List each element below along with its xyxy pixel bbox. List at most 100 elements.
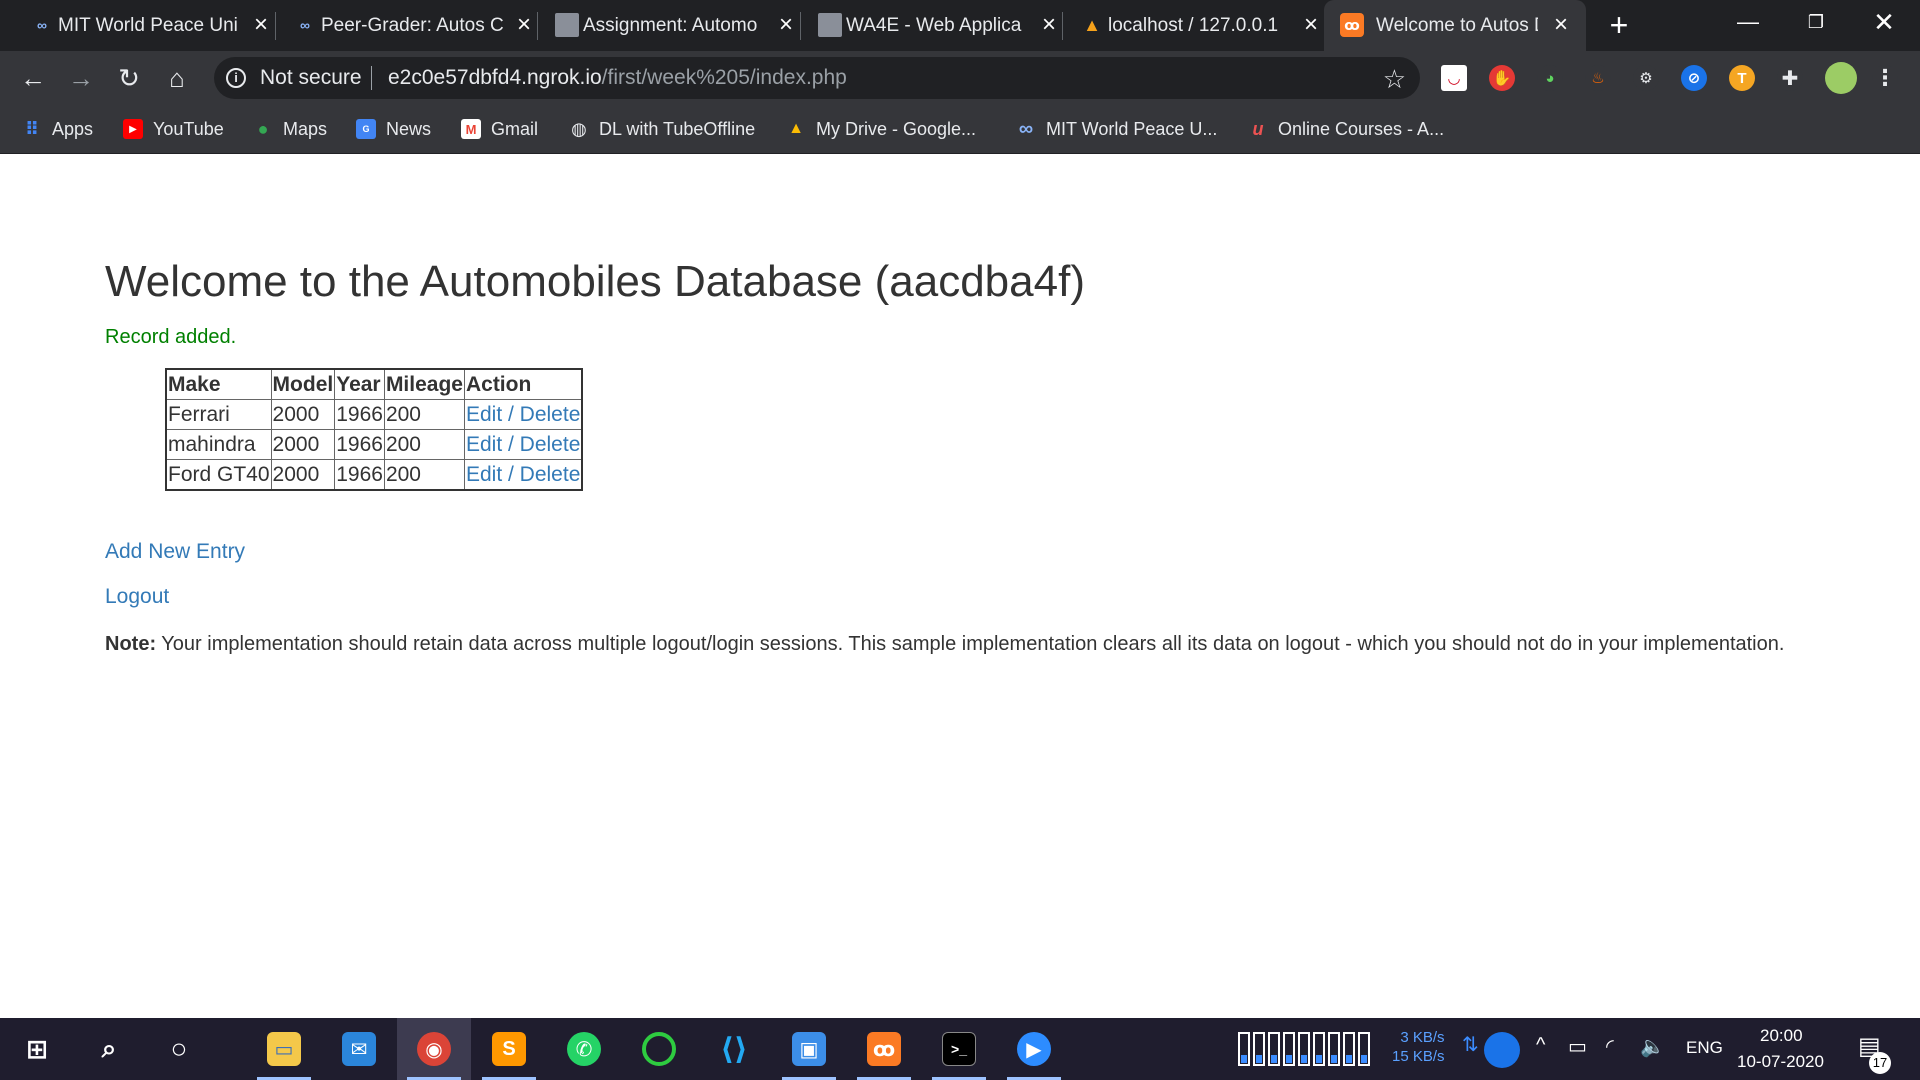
menu-kebab-icon[interactable]: ⋮ xyxy=(1872,65,1898,91)
clock-date[interactable]: 10-07-2020 xyxy=(1737,1052,1824,1072)
taskbar-loader-app[interactable] xyxy=(622,1018,696,1080)
column-header-make: Make xyxy=(165,368,272,400)
address-bar[interactable]: i Not secure e2c0e57dbfd4.ngrok.io/first… xyxy=(214,57,1420,99)
block-extension-icon[interactable]: ⊘ xyxy=(1681,65,1707,91)
close-icon[interactable]: × xyxy=(511,12,537,38)
table-row: Ferrari 2000 1966 200 Edit / Delete xyxy=(165,399,583,430)
taskbar: ⊞ ⌕ ○ ▭ ✉ ◉ S ✆ ⟨⟩ ▣ ꝏ >_ ▶ 3 KB/s 15 KB… xyxy=(0,1018,1920,1080)
battery-icon[interactable]: ▭ xyxy=(1568,1034,1587,1059)
taskbar-pycharm[interactable]: ▣ xyxy=(772,1018,846,1080)
bookmark-drive[interactable]: ▲ My Drive - Google... xyxy=(786,115,976,143)
vscode-icon: ⟨⟩ xyxy=(720,1032,748,1066)
pocket-extension-icon[interactable]: ◡ xyxy=(1441,65,1467,91)
bookmark-apps[interactable]: ⠿ Apps xyxy=(22,115,93,143)
taskbar-explorer[interactable]: ▭ xyxy=(247,1018,321,1080)
search-button[interactable]: ⌕ xyxy=(72,1018,146,1080)
tab-assignment[interactable]: Assignment: Automo × xyxy=(555,0,793,51)
cell-make: mahindra xyxy=(165,429,272,460)
gear-icon[interactable]: ⚙ xyxy=(1633,65,1659,91)
url-text[interactable]: e2c0e57dbfd4.ngrok.io/first/week%205/ind… xyxy=(388,66,847,90)
taskbar-whatsapp[interactable]: ✆ xyxy=(547,1018,621,1080)
close-window-button[interactable]: ✕ xyxy=(1852,0,1916,44)
taskbar-terminal[interactable]: >_ xyxy=(922,1018,996,1080)
note-label: Note: xyxy=(105,633,157,655)
url-path: /first/week%205/index.php xyxy=(601,66,847,89)
edit-link[interactable]: Edit xyxy=(466,433,502,456)
taskbar-sublime[interactable]: S xyxy=(472,1018,546,1080)
action-separator: / xyxy=(502,403,520,426)
language-indicator[interactable]: ENG xyxy=(1686,1038,1723,1058)
chrome-icon: ◉ xyxy=(417,1032,451,1066)
reload-button[interactable]: ↻ xyxy=(110,59,148,97)
tab-phpmyadmin[interactable]: ▲ localhost / 127.0.0.1 × xyxy=(1080,0,1318,51)
delete-link[interactable]: Delete xyxy=(520,433,581,456)
new-tab-button[interactable]: + xyxy=(1602,8,1636,42)
infinity-icon: ∞ xyxy=(300,17,310,33)
wifi-icon[interactable]: ◜ xyxy=(1606,1034,1614,1059)
close-icon[interactable]: × xyxy=(773,12,799,38)
tab-wa4e[interactable]: WA4E - Web Applica × xyxy=(818,0,1056,51)
bookmark-label: MIT World Peace U... xyxy=(1046,118,1218,139)
pie-widget-icon[interactable] xyxy=(1484,1032,1520,1068)
edit-link[interactable]: Edit xyxy=(466,403,502,426)
add-new-entry-link[interactable]: Add New Entry xyxy=(105,540,245,564)
t-extension-icon[interactable]: T xyxy=(1729,65,1755,91)
clock-time[interactable]: 20:00 xyxy=(1760,1026,1803,1046)
delete-link[interactable]: Delete xyxy=(520,403,581,426)
restore-button[interactable]: ❐ xyxy=(1784,0,1848,44)
back-button[interactable]: ← xyxy=(14,59,52,97)
taskbar-vscode[interactable]: ⟨⟩ xyxy=(697,1018,771,1080)
info-icon[interactable]: i xyxy=(226,68,246,88)
infinity-icon: ∞ xyxy=(1018,117,1034,140)
logout-link[interactable]: Logout xyxy=(105,585,169,609)
download-speed: 15 KB/s xyxy=(1392,1048,1445,1065)
tab-mit-world-peace[interactable]: ∞ MIT World Peace Uni × xyxy=(30,0,268,51)
taskbar-xampp[interactable]: ꝏ xyxy=(847,1018,921,1080)
autos-table: Make Model Year Mileage Action Ferrari 2… xyxy=(165,368,584,491)
edit-link[interactable]: Edit xyxy=(466,463,502,486)
windows-icon: ⊞ xyxy=(26,1033,48,1064)
close-icon[interactable]: × xyxy=(248,12,274,38)
bookmark-maps[interactable]: ● Maps xyxy=(253,115,327,143)
volume-icon[interactable]: 🔈 xyxy=(1640,1034,1665,1059)
cortana-button[interactable]: ○ xyxy=(142,1018,216,1080)
url-host: e2c0e57dbfd4.ngrok.io xyxy=(388,66,602,89)
bookmark-tubeoffline[interactable]: ◍ DL with TubeOffline xyxy=(569,115,755,143)
bookmark-gmail[interactable]: M Gmail xyxy=(461,115,538,143)
home-button[interactable]: ⌂ xyxy=(158,59,196,97)
delete-link[interactable]: Delete xyxy=(520,463,581,486)
adblock-extension-icon[interactable]: ✋ xyxy=(1489,65,1515,91)
page-title: Welcome to the Automobiles Database (aac… xyxy=(105,257,1085,306)
bookmark-star-icon[interactable]: ☆ xyxy=(1383,64,1406,95)
bookmark-mit[interactable]: ∞ MIT World Peace U... xyxy=(1016,115,1218,143)
taskbar-mail[interactable]: ✉ xyxy=(322,1018,396,1080)
column-header-year: Year xyxy=(334,368,385,400)
note-text: Your implementation should retain data a… xyxy=(156,633,1785,655)
close-icon[interactable]: × xyxy=(1036,12,1062,38)
tab-welcome-autos[interactable]: ꝏ Welcome to Autos D × xyxy=(1324,0,1586,51)
start-button[interactable]: ⊞ xyxy=(0,1018,74,1080)
forward-button[interactable]: → xyxy=(62,59,100,97)
taskbar-zoom[interactable]: ▶ xyxy=(997,1018,1071,1080)
chevron-up-icon[interactable]: ^ xyxy=(1536,1034,1545,1057)
cell-mileage: 200 xyxy=(383,459,465,491)
close-icon[interactable]: × xyxy=(1298,12,1324,38)
bookmark-news[interactable]: G News xyxy=(356,115,431,143)
avatar[interactable] xyxy=(1825,62,1857,94)
cell-year: 1966 xyxy=(334,459,385,491)
taskbar-chrome[interactable]: ◉ xyxy=(397,1018,471,1080)
bookmark-udemy[interactable]: u Online Courses - A... xyxy=(1248,115,1445,143)
infinity-icon: ∞ xyxy=(37,17,47,33)
tab-peer-grader[interactable]: ∞ Peer-Grader: Autos C × xyxy=(293,0,531,51)
fire-extension-icon[interactable]: ♨ xyxy=(1585,65,1611,91)
flash-message: Record added. xyxy=(105,326,237,348)
colorful-extension-icon[interactable]: ◕ xyxy=(1537,65,1563,91)
omnibox-separator xyxy=(371,66,372,90)
tab-title: Peer-Grader: Autos C xyxy=(321,14,504,36)
puzzle-extensions-icon[interactable]: ✚ xyxy=(1777,65,1803,91)
bookmark-youtube[interactable]: ▶ YouTube xyxy=(123,115,224,143)
security-label: Not secure xyxy=(260,66,362,89)
close-icon[interactable]: × xyxy=(1548,12,1574,38)
minimize-button[interactable]: — xyxy=(1716,0,1780,44)
bookmark-label: News xyxy=(386,118,432,139)
